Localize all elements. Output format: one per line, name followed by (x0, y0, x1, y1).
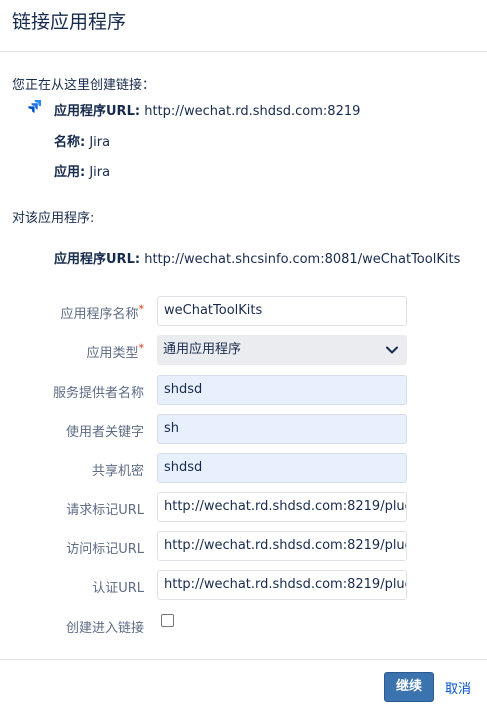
cancel-link[interactable]: 取消 (445, 678, 471, 697)
target-app-url-label: 应用程序URL: (54, 252, 141, 267)
shared-secret-input[interactable]: shdsd (157, 453, 407, 483)
continue-button[interactable]: 继续 (384, 672, 434, 702)
request-token-url-input[interactable]: http://wechat.rd.shdsd.com:8219/plugi (157, 492, 407, 522)
target-intro: 对该应用程序: (12, 211, 95, 226)
source-app-label: 应用: (54, 165, 86, 180)
create-incoming-checkbox[interactable] (161, 614, 174, 627)
authorize-url-input[interactable]: http://wechat.rd.shdsd.com:8219/plugi (157, 570, 407, 600)
target-app-url-row: 应用程序URL: http://wechat.shcsinfo.com:8081… (54, 248, 460, 267)
dialog-footer: 继续 取消 (0, 659, 487, 708)
shared-secret-label: 共享机密 (91, 464, 144, 479)
app-type-row: 应用类型* 通用应用程序 (0, 335, 487, 365)
jira-icon (28, 100, 41, 113)
source-app-url-label: 应用程序URL: (54, 104, 141, 119)
create-incoming-label: 创建进入链接 (65, 621, 144, 636)
authorize-url-row: 认证URL http://wechat.rd.shdsd.com:8219/pl… (0, 570, 487, 600)
access-token-url-label: 访问标记URL (66, 542, 144, 557)
service-provider-input[interactable]: shdsd (157, 375, 407, 405)
access-token-url-input[interactable]: http://wechat.rd.shdsd.com:8219/plugi (157, 531, 407, 561)
app-name-input[interactable]: weChatToolKits (157, 296, 407, 326)
source-name-label: 名称: (54, 135, 86, 150)
consumer-key-input[interactable]: sh (157, 414, 407, 444)
dialog-title: 链接应用程序 (12, 11, 127, 33)
create-incoming-row: 创建进入链接 (0, 610, 487, 640)
chevron-down-icon (386, 346, 398, 354)
consumer-key-row: 使用者关键字 sh (0, 414, 487, 444)
service-provider-row: 服务提供者名称 shdsd (0, 375, 487, 405)
shared-secret-row: 共享机密 shdsd (0, 453, 487, 483)
required-marker: * (138, 341, 145, 355)
consumer-key-label: 使用者关键字 (65, 425, 144, 440)
app-name-row: 应用程序名称* weChatToolKits (0, 296, 487, 326)
required-marker: * (138, 302, 145, 316)
app-name-label: 应用程序名称* (60, 302, 145, 322)
source-name-value: Jira (89, 135, 111, 150)
target-app-url-value: http://wechat.shcsinfo.com:8081/weChatTo… (144, 252, 461, 267)
request-token-url-row: 请求标记URL http://wechat.rd.shdsd.com:8219/… (0, 492, 487, 522)
app-type-select[interactable]: 通用应用程序 (157, 335, 407, 365)
source-app-url-value: http://wechat.rd.shdsd.com:8219 (144, 104, 361, 119)
service-provider-label: 服务提供者名称 (52, 386, 144, 401)
access-token-url-row: 访问标记URL http://wechat.rd.shdsd.com:8219/… (0, 531, 487, 561)
source-app-row: 应用: Jira (54, 161, 110, 180)
source-app-url-row: 应用程序URL: http://wechat.rd.shdsd.com:8219 (54, 100, 360, 119)
authorize-url-label: 认证URL (92, 581, 144, 596)
source-app-value: Jira (89, 165, 111, 180)
dialog-header: 链接应用程序 (0, 0, 487, 52)
request-token-url-label: 请求标记URL (66, 503, 144, 518)
app-type-value: 通用应用程序 (163, 342, 242, 357)
source-name-row: 名称: Jira (54, 131, 110, 150)
source-intro: 您正在从这里创建链接： (12, 78, 156, 93)
app-type-label: 应用类型* (86, 341, 145, 361)
